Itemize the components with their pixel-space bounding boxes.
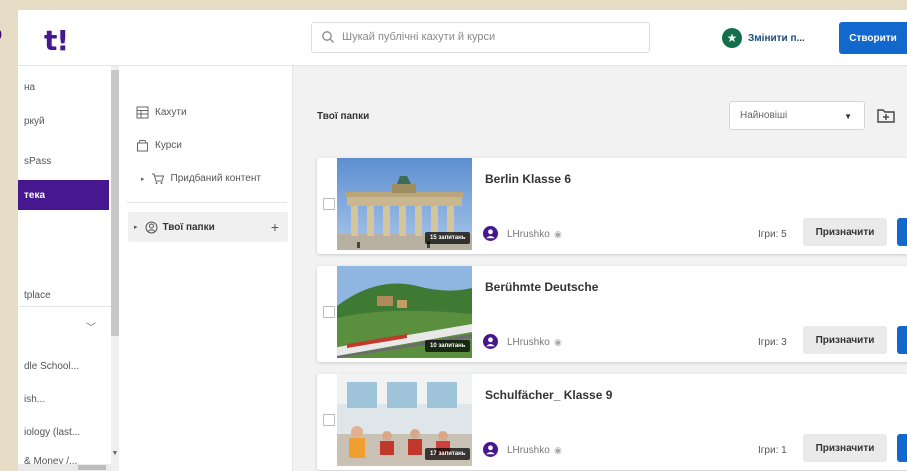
top-bar: t! Шукай публічні кахути й курси ★ Зміни… — [18, 10, 907, 66]
kahoot-card[interactable]: 10 запитань Berühmte Deutsche LHrushko ◉… — [317, 266, 907, 362]
folder-kahoots-label: Кахути — [155, 107, 187, 118]
grid-icon — [136, 106, 149, 119]
course-icon — [137, 140, 148, 152]
card-title[interactable]: Berühmte Deutsche — [485, 280, 598, 294]
avatar-icon — [483, 334, 498, 349]
kahoot-card[interactable]: 15 запитань Berlin Klasse 6 LHrushko ◉ І… — [317, 158, 907, 254]
games-count: Ігри: 1 — [758, 445, 787, 456]
nav-divider — [18, 306, 111, 307]
folder-my-folders-label: Твої папки — [162, 221, 215, 233]
chevron-down-icon: ▼ — [844, 112, 852, 121]
search-input[interactable]: Шукай публічні кахути й курси — [311, 22, 650, 53]
card-thumbnail[interactable]: 15 запитань — [337, 158, 472, 250]
play-button[interactable] — [897, 326, 907, 354]
search-icon — [322, 31, 334, 43]
user-circle-icon — [145, 221, 158, 233]
card-thumbnail[interactable]: 10 запитань — [337, 266, 472, 358]
assign-button[interactable]: Призначити — [803, 434, 887, 462]
nav-item-discover[interactable]: ркуй — [18, 106, 109, 136]
create-button[interactable]: Створити — [839, 22, 907, 54]
avatar-icon — [483, 226, 498, 241]
globe-icon: ◉ — [554, 337, 562, 347]
card-owner[interactable]: LHrushko — [507, 337, 550, 348]
expand-icon[interactable]: ▸ — [134, 223, 138, 231]
folder-courses[interactable]: Курси — [136, 139, 182, 152]
avatar-icon — [483, 442, 498, 457]
upgrade-label: Змінити п... — [748, 32, 805, 44]
sort-select[interactable]: Найновіші ▼ — [729, 101, 865, 130]
folder-panel: Кахути Курси ▸ Придбаний контент ▸ Твої … — [119, 66, 293, 471]
nav-item-group-1[interactable]: dle School... — [18, 351, 109, 381]
chevron-down-icon[interactable]: ﹀ — [86, 319, 96, 334]
main-content: Твої папки Найновіші ▼ 15 запитань Berli… — [293, 66, 907, 471]
card-title[interactable]: Schulfächer_ Klasse 9 — [485, 388, 612, 402]
kahoot-logo[interactable]: t! — [44, 24, 69, 57]
games-count: Ігри: 5 — [758, 229, 787, 240]
play-button[interactable] — [897, 434, 907, 462]
cart-icon — [151, 173, 164, 184]
card-owner[interactable]: LHrushko — [507, 445, 550, 456]
folder-courses-label: Курси — [155, 140, 182, 151]
folder-my-folders[interactable]: ▸ Твої папки + — [128, 212, 288, 242]
select-checkbox[interactable] — [323, 306, 335, 318]
star-icon: ★ — [722, 28, 742, 48]
card-owner[interactable]: LHrushko — [507, 229, 550, 240]
globe-icon: ◉ — [554, 229, 562, 239]
folder-purchased-label: Придбаний контент — [170, 173, 261, 184]
left-nav: на ркуй sPass тека tplace ﹀ dle School..… — [18, 66, 111, 471]
add-folder-button[interactable]: + — [271, 219, 279, 235]
card-title[interactable]: Berlin Klasse 6 — [485, 172, 571, 186]
nav-item-home[interactable]: на — [18, 72, 109, 102]
app-frame: t! Шукай публічні кахути й курси ★ Зміни… — [18, 10, 907, 471]
nav-item-library[interactable]: тека — [18, 180, 109, 210]
assign-button[interactable]: Призначити — [803, 326, 887, 354]
kahoot-card[interactable]: 17 запитань Schulfächer_ Klasse 9 LHrush… — [317, 374, 907, 470]
sort-value: Найновіші — [740, 110, 788, 121]
nav-item-accesspass[interactable]: sPass — [18, 146, 109, 176]
play-button[interactable] — [897, 218, 907, 246]
folder-plus-icon[interactable] — [875, 104, 897, 126]
folder-kahoots[interactable]: Кахути — [136, 106, 187, 119]
folder-divider — [127, 202, 287, 203]
games-count: Ігри: 3 — [758, 337, 787, 348]
logo-cut-letter: S — [0, 14, 4, 49]
search-placeholder: Шукай публічні кахути й курси — [342, 31, 496, 43]
nav-scrollbar-thumb[interactable] — [111, 70, 119, 336]
card-thumbnail[interactable]: 17 запитань — [337, 374, 472, 466]
folder-purchased[interactable]: ▸ Придбаний контент — [141, 172, 261, 185]
question-count-badge: 17 запитань — [425, 448, 471, 460]
globe-icon: ◉ — [554, 445, 562, 455]
page-title: Твої папки — [317, 111, 370, 122]
assign-button[interactable]: Призначити — [803, 218, 887, 246]
nav-item-group-3[interactable]: iology (last... — [18, 417, 109, 447]
nav-hscrollbar-thumb[interactable] — [78, 465, 106, 470]
question-count-badge: 10 запитань — [425, 340, 471, 352]
nav-item-group-2[interactable]: ish... — [18, 384, 109, 414]
select-checkbox[interactable] — [323, 414, 335, 426]
question-count-badge: 15 запитань — [425, 232, 471, 244]
upgrade-button[interactable]: ★ Змінити п... — [722, 24, 805, 52]
select-checkbox[interactable] — [323, 198, 335, 210]
scroll-down-icon[interactable]: ▼ — [111, 450, 119, 457]
expand-icon: ▸ — [141, 175, 145, 183]
